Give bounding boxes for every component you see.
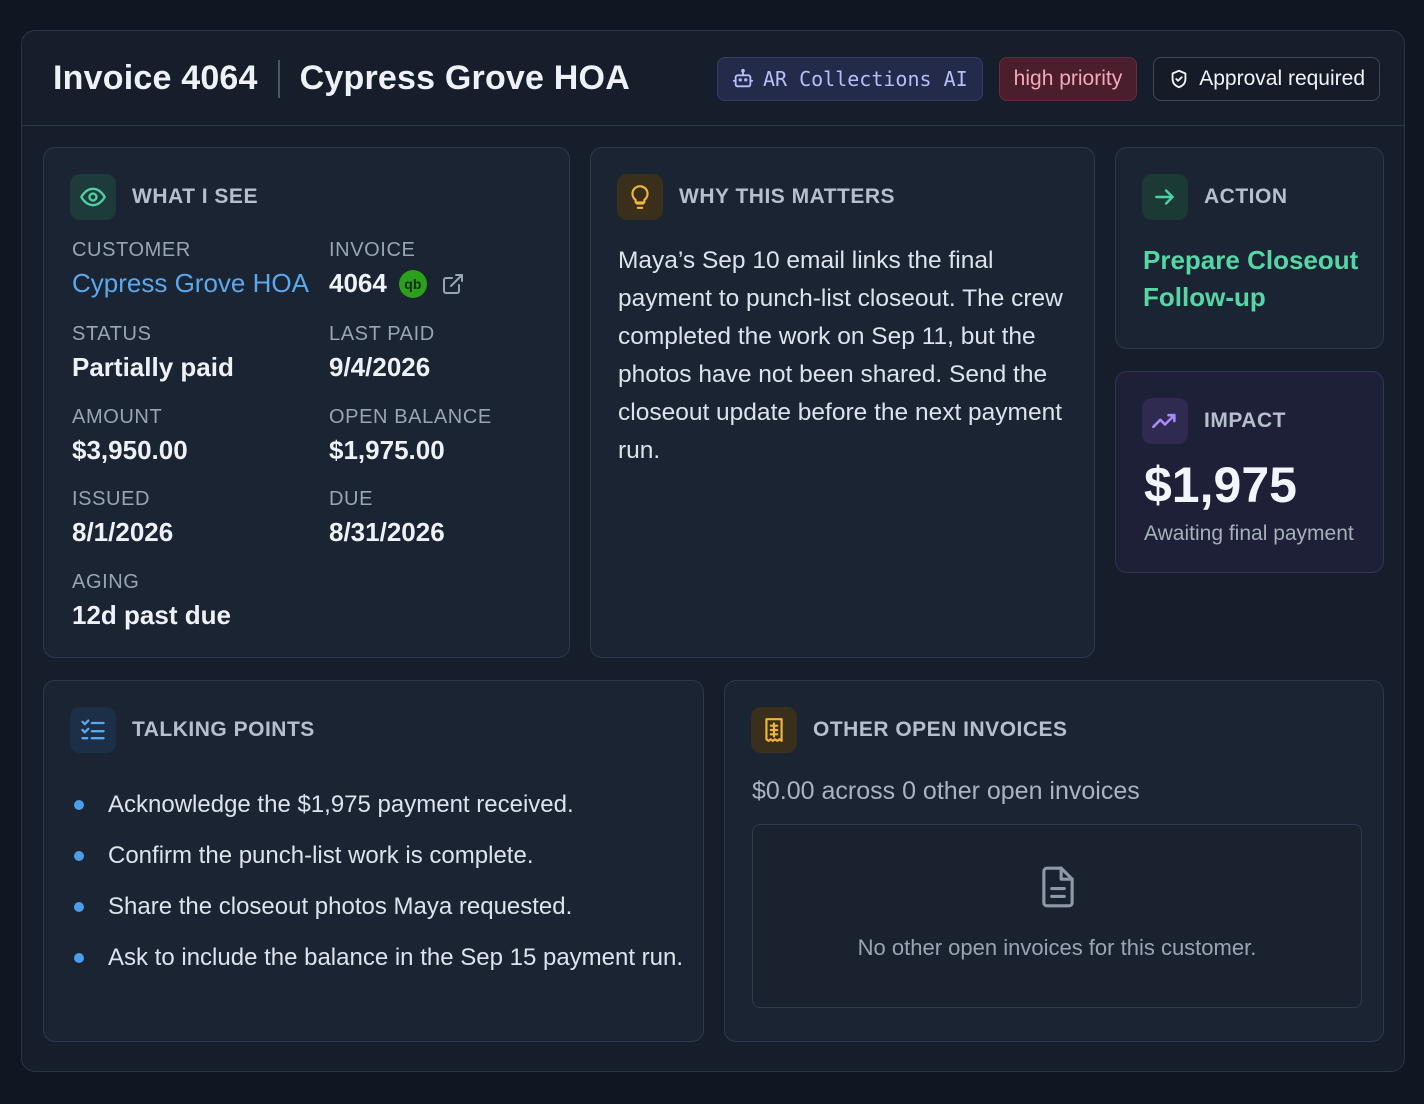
trend-icon-box xyxy=(1142,398,1188,444)
last-paid-label: LAST PAID xyxy=(329,323,435,345)
talking-point-text: Acknowledge the $1,975 payment received. xyxy=(108,790,574,818)
aging-label: AGING xyxy=(72,571,140,593)
lightbulb-icon-box xyxy=(617,174,663,220)
agent-badge: AR Collections AI xyxy=(716,57,983,101)
due-label: DUE xyxy=(329,488,374,510)
why-header: WHY THIS MATTERS xyxy=(617,174,895,220)
page-title: Invoice 4064 Cypress Grove HOA xyxy=(53,59,630,98)
approval-label: Approval required xyxy=(1199,67,1365,90)
talking-points-title: TALKING POINTS xyxy=(132,718,315,741)
empty-state-message: No other open invoices for this customer… xyxy=(857,935,1257,960)
talking-point: Ask to include the balance in the Sep 15… xyxy=(74,932,683,983)
status-label: STATUS xyxy=(72,323,152,345)
invoice-number: 4064 xyxy=(329,268,387,298)
quickbooks-icon[interactable]: qb xyxy=(398,269,427,298)
due-field: DUE 8/31/2026 xyxy=(329,488,445,548)
bullet-dot xyxy=(74,850,84,861)
eye-icon-box xyxy=(70,174,116,220)
invoice-field: INVOICE 4064 qb xyxy=(329,239,465,299)
action-link[interactable]: Prepare Closeout Follow-up xyxy=(1143,242,1373,316)
last-paid-field: LAST PAID 9/4/2026 xyxy=(329,323,435,383)
talking-points-header: TALKING POINTS xyxy=(70,707,315,753)
customer-link[interactable]: Cypress Grove HOA xyxy=(72,268,309,299)
aging-value: 12d past due xyxy=(72,600,231,630)
talking-point: Share the closeout photos Maya requested… xyxy=(74,881,683,932)
agent-label: AR Collections AI xyxy=(762,67,968,91)
talking-point: Acknowledge the $1,975 payment received. xyxy=(74,779,683,830)
shield-check-icon xyxy=(1171,69,1187,89)
what-i-see-header: WHAT I SEE xyxy=(70,174,258,220)
other-invoices-title: OTHER OPEN INVOICES xyxy=(813,718,1068,741)
external-link-icon[interactable] xyxy=(441,272,465,296)
talking-point: Confirm the punch-list work is complete. xyxy=(74,830,683,881)
status-value: Partially paid xyxy=(72,352,234,382)
eye-icon xyxy=(80,187,106,207)
action-header: ACTION xyxy=(1142,174,1288,220)
customer-title: Cypress Grove HOA xyxy=(299,59,630,97)
impact-title: IMPACT xyxy=(1204,409,1286,432)
customer-field: CUSTOMER Cypress Grove HOA xyxy=(72,239,309,299)
aging-field: AGING 12d past due xyxy=(72,571,231,631)
amount-label: AMOUNT xyxy=(72,406,163,428)
bullet-dot xyxy=(74,799,84,810)
invoice-title: Invoice 4064 xyxy=(53,59,258,97)
empty-state: No other open invoices for this customer… xyxy=(752,824,1362,1008)
what-i-see-title: WHAT I SEE xyxy=(132,185,258,208)
bullet-dot xyxy=(74,901,84,912)
last-paid-value: 9/4/2026 xyxy=(329,352,431,382)
checklist-icon xyxy=(81,719,105,740)
panel-header: Invoice 4064 Cypress Grove HOA AR Collec… xyxy=(22,31,1404,126)
why-title: WHY THIS MATTERS xyxy=(679,185,896,208)
arrow-right-icon xyxy=(1155,189,1174,205)
talking-point-text: Confirm the punch-list work is complete. xyxy=(108,841,534,869)
talking-point-text: Ask to include the balance in the Sep 15… xyxy=(108,943,684,971)
open-balance-field: OPEN BALANCE $1,975.00 xyxy=(329,406,492,466)
status-field: STATUS Partially paid xyxy=(72,323,234,383)
open-balance-label: OPEN BALANCE xyxy=(329,406,492,428)
amount-field: AMOUNT $3,950.00 xyxy=(72,406,188,466)
document-icon xyxy=(1042,866,1074,908)
talking-point-text: Share the closeout photos Maya requested… xyxy=(108,892,573,920)
action-card[interactable]: ACTION Prepare Closeout Follow-up xyxy=(1115,147,1384,349)
priority-badge: high priority xyxy=(998,57,1138,101)
invoice-label: INVOICE xyxy=(329,239,416,261)
open-balance-value: $1,975.00 xyxy=(329,435,445,465)
checklist-icon-box xyxy=(70,707,116,753)
talking-points-list: Acknowledge the $1,975 payment received.… xyxy=(74,779,683,983)
other-invoices-header: OTHER OPEN INVOICES xyxy=(751,707,1068,753)
title-divider xyxy=(277,59,280,98)
action-title: ACTION xyxy=(1204,185,1288,208)
lightbulb-icon xyxy=(631,185,649,209)
impact-header: IMPACT xyxy=(1142,398,1286,444)
talking-points-card: TALKING POINTS Acknowledge the $1,975 pa… xyxy=(43,680,704,1042)
receipt-icon-box xyxy=(751,707,797,753)
other-open-invoices-card: OTHER OPEN INVOICES $0.00 across 0 other… xyxy=(724,680,1384,1042)
invoice-value-row: 4064 qb xyxy=(329,268,465,299)
impact-value: $1,975 xyxy=(1144,457,1297,513)
why-text: Maya’s Sep 10 email links the final paym… xyxy=(618,247,1063,464)
invoice-panel: Invoice 4064 Cypress Grove HOA AR Collec… xyxy=(21,30,1405,1072)
trending-up-icon xyxy=(1152,413,1176,429)
customer-label: CUSTOMER xyxy=(72,239,191,261)
bullet-dot xyxy=(74,952,84,963)
impact-subtitle: Awaiting final payment xyxy=(1144,522,1354,545)
other-invoices-summary: $0.00 across 0 other open invoices xyxy=(752,777,1140,805)
approval-badge[interactable]: Approval required xyxy=(1153,57,1380,101)
issued-label: ISSUED xyxy=(72,488,151,510)
issued-value: 8/1/2026 xyxy=(72,517,174,547)
robot-icon xyxy=(732,68,754,88)
header-badges: AR Collections AI high priority Approval… xyxy=(716,57,1380,101)
priority-label: high priority xyxy=(1013,67,1123,90)
amount-value: $3,950.00 xyxy=(72,435,188,465)
issued-field: ISSUED 8/1/2026 xyxy=(72,488,173,548)
arrow-icon-box xyxy=(1142,174,1188,220)
receipt-icon xyxy=(765,718,783,742)
due-value: 8/31/2026 xyxy=(329,517,445,547)
what-i-see-card: WHAT I SEE CUSTOMER Cypress Grove HOA IN… xyxy=(43,147,570,658)
why-this-matters-card: WHY THIS MATTERS Maya’s Sep 10 email lin… xyxy=(590,147,1095,658)
impact-card: IMPACT $1,975 Awaiting final payment xyxy=(1115,371,1384,573)
